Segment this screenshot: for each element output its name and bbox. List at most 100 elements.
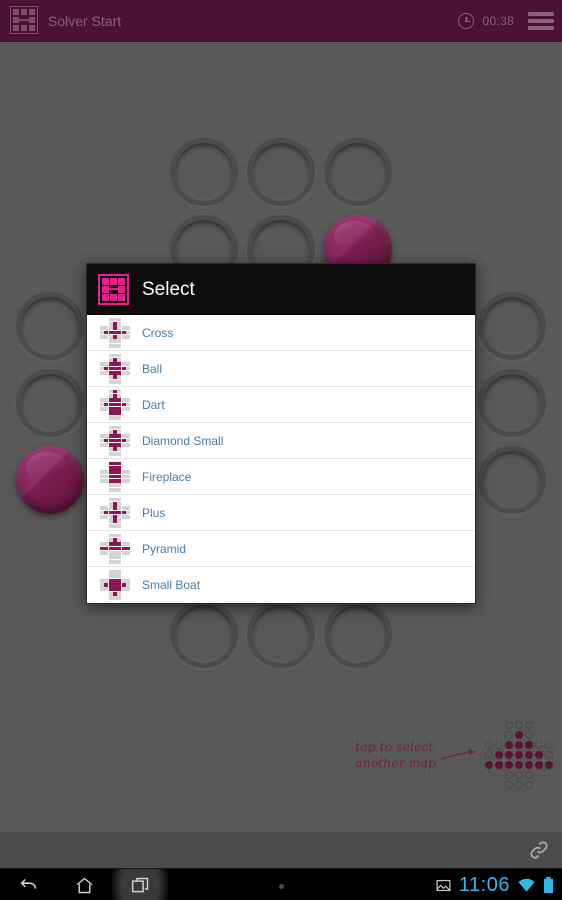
list-item[interactable]: Small Boat: [87, 567, 475, 603]
board-hole[interactable]: [478, 369, 546, 437]
map-pattern-icon: [100, 533, 130, 564]
map-pattern-icon: [100, 497, 130, 528]
map-pattern-icon: [100, 353, 130, 384]
grid-back-icon[interactable]: [10, 6, 38, 34]
minimap-hole: [484, 750, 494, 760]
list-item[interactable]: Diamond Small: [87, 423, 475, 459]
grid-back-icon: [98, 274, 129, 305]
list-item[interactable]: Ball: [87, 351, 475, 387]
minimap-hole: [504, 770, 514, 780]
minimap-hole: [524, 720, 534, 730]
hint-text: tap to select another map: [355, 739, 436, 770]
board-hole[interactable]: [247, 600, 315, 668]
select-map-dialog[interactable]: Select Cross Ball Dart Diamond Small Firepla…: [86, 263, 476, 604]
list-item-label: Fireplace: [142, 469, 192, 484]
minimap-hole: [544, 750, 554, 760]
wifi-icon: [518, 878, 535, 892]
list-item[interactable]: Dart: [87, 387, 475, 423]
minimap-peg: [504, 760, 514, 770]
board-hole[interactable]: [478, 292, 546, 360]
hamburger-menu-icon[interactable]: [528, 12, 554, 30]
minimap-hole: [544, 770, 554, 780]
list-item-label: Small Boat: [142, 578, 201, 592]
minimap-hole: [534, 730, 544, 740]
minimap-peg: [494, 760, 504, 770]
board-hole[interactable]: [324, 138, 392, 206]
home-icon[interactable]: [56, 869, 112, 900]
minimap-hole: [544, 780, 554, 790]
board-hole[interactable]: [170, 138, 238, 206]
minimap-peg: [494, 750, 504, 760]
minimap-peg: [484, 760, 494, 770]
app-bar: Solver Start 00:38: [0, 0, 562, 42]
minimap-hole: [534, 770, 544, 780]
board-hole[interactable]: [324, 600, 392, 668]
list-item-label: Plus: [142, 505, 166, 520]
minimap-hole: [534, 740, 544, 750]
minimap-hole: [504, 780, 514, 790]
system-navigation-bar: 11:06: [0, 868, 562, 900]
minimap-hole: [504, 730, 514, 740]
board-hole[interactable]: [16, 369, 84, 437]
minimap-peg: [534, 760, 544, 770]
minimap-hole: [484, 730, 494, 740]
list-item[interactable]: Fireplace: [87, 459, 475, 495]
minimap-peg: [504, 750, 514, 760]
minimap-peg: [544, 760, 554, 770]
list-item-label: Diamond Small: [142, 433, 224, 448]
board-hole[interactable]: [247, 138, 315, 206]
minimap-peg: [504, 740, 514, 750]
minimap-preview[interactable]: [484, 720, 554, 790]
map-pattern-icon: [100, 425, 130, 456]
minimap-hole: [484, 740, 494, 750]
board-hole[interactable]: [478, 446, 546, 514]
minimap-hole: [514, 780, 524, 790]
recents-icon[interactable]: [112, 869, 168, 900]
board-peg[interactable]: [16, 446, 84, 514]
bottom-strip: [0, 832, 562, 868]
minimap-peg: [514, 730, 524, 740]
minimap-hole: [484, 770, 494, 780]
map-list: Cross Ball Dart Diamond Small Fireplace Plus P…: [87, 315, 475, 603]
minimap-hole: [534, 720, 544, 730]
arrow-right-icon: [440, 745, 480, 765]
minimap-hole: [514, 720, 524, 730]
minimap-hole: [524, 730, 534, 740]
battery-icon: [544, 876, 553, 894]
minimap-hole: [494, 770, 504, 780]
dot-indicator-icon: [279, 884, 284, 889]
list-item[interactable]: Cross: [87, 315, 475, 351]
list-item-label: Ball: [142, 361, 163, 376]
minimap-hole: [524, 770, 534, 780]
image-notification-icon[interactable]: [435, 877, 452, 894]
minimap-hole: [524, 780, 534, 790]
list-item[interactable]: Plus: [87, 495, 475, 531]
list-item[interactable]: Pyramid: [87, 531, 475, 567]
minimap-hole: [534, 780, 544, 790]
minimap-peg: [514, 740, 524, 750]
clock-icon: [458, 13, 475, 29]
timer-value: 00:38: [482, 14, 514, 28]
link-chain-icon[interactable]: [528, 839, 550, 861]
map-pattern-icon: [100, 389, 130, 420]
map-pattern-icon: [100, 570, 130, 600]
minimap-hole: [484, 720, 494, 730]
app-bar-title: Solver Start: [48, 13, 122, 29]
minimap-hole: [544, 730, 554, 740]
minimap-peg: [524, 750, 534, 760]
list-item-label: Dart: [142, 397, 165, 412]
minimap-hole: [484, 780, 494, 790]
system-clock: 11:06: [458, 873, 510, 896]
board-hole[interactable]: [16, 292, 84, 360]
back-arrow-icon[interactable]: [0, 869, 56, 900]
board-hole[interactable]: [170, 600, 238, 668]
minimap-hole: [504, 720, 514, 730]
minimap-peg: [534, 750, 544, 760]
minimap-hole: [544, 740, 554, 750]
map-pattern-icon: [100, 461, 130, 492]
list-item-label: Cross: [142, 325, 174, 340]
dialog-title: Select: [142, 278, 195, 300]
dialog-header: Select: [87, 264, 475, 315]
map-hint[interactable]: tap to select another map: [355, 720, 554, 790]
minimap-peg: [524, 740, 534, 750]
